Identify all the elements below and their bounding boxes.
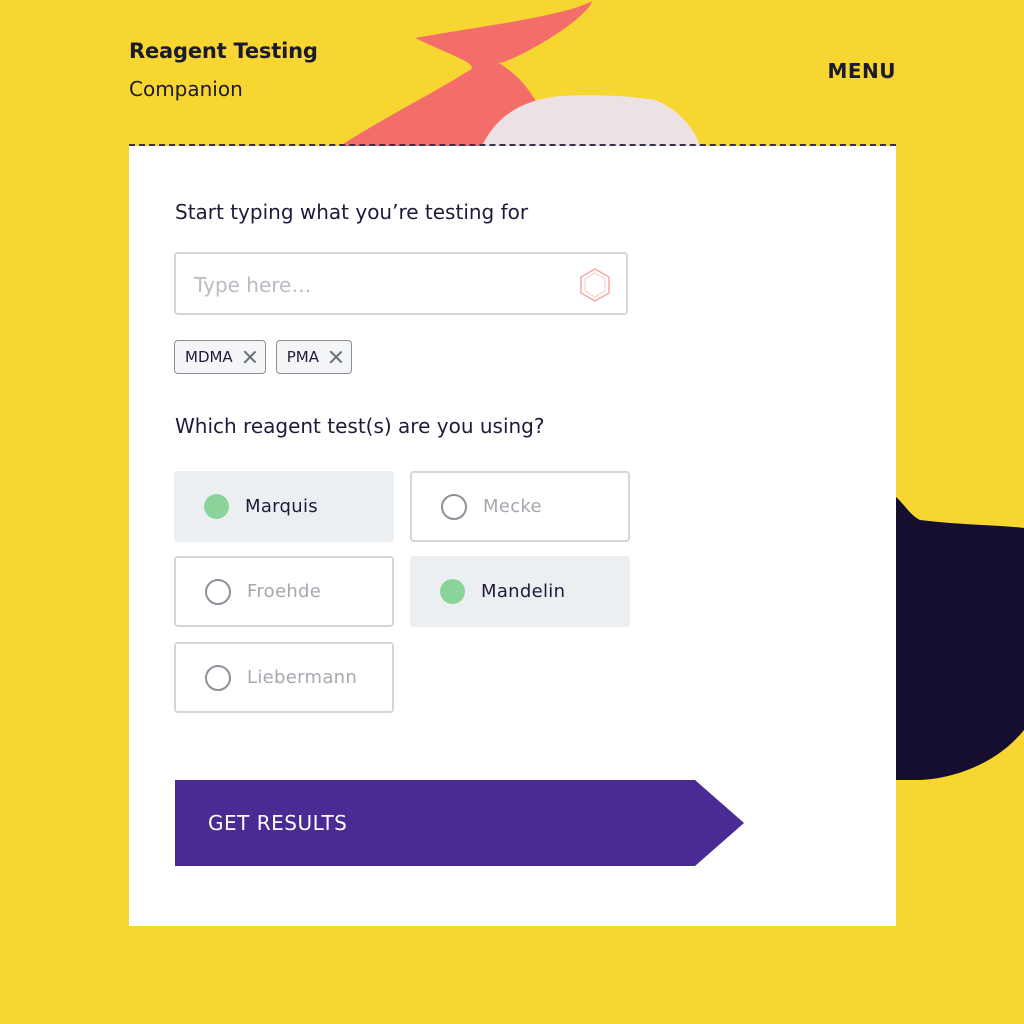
reagent-option-marquis[interactable]: Marquis [174,471,394,542]
reagent-label: Which reagent test(s) are you using? [175,414,545,438]
app-subtitle: Companion [129,77,243,101]
radio-unselected-icon [205,664,231,691]
get-results-button[interactable]: GET RESULTS [175,780,744,866]
get-results-label: GET RESULTS [208,811,348,835]
option-label: Froehde [247,581,322,602]
search-input[interactable] [192,268,576,302]
reagent-option-mandelin[interactable]: Mandelin [410,556,630,627]
radio-unselected-icon [205,578,231,605]
reagent-option-mecke[interactable]: Mecke [410,471,630,542]
remove-chip-icon[interactable] [243,350,257,364]
chip-label: PMA [286,348,319,366]
search-field[interactable] [174,252,628,315]
option-label: Mandelin [481,581,566,602]
option-label: Liebermann [247,667,358,688]
chip-mdma: MDMA [174,340,266,374]
reagent-option-liebermann[interactable]: Liebermann [174,642,394,713]
menu-button[interactable]: MENU [827,59,896,83]
radio-unselected-icon [441,493,467,520]
chip-pma: PMA [275,340,352,374]
form-card: Start typing what you’re testing for MDM… [129,146,896,926]
option-label: Marquis [245,496,318,517]
radio-selected-icon [204,494,229,519]
hexagon-icon [580,268,610,302]
app-title: Reagent Testing [129,39,318,63]
search-label: Start typing what you’re testing for [175,200,529,224]
radio-selected-icon [440,579,465,604]
reagent-option-froehde[interactable]: Froehde [174,556,394,627]
chip-label: MDMA [185,348,233,366]
remove-chip-icon[interactable] [329,350,343,364]
navy-shape [896,497,1024,780]
selected-substances: MDMA PMA [174,340,352,374]
option-label: Mecke [483,496,542,517]
card-dashed-border [129,144,896,146]
